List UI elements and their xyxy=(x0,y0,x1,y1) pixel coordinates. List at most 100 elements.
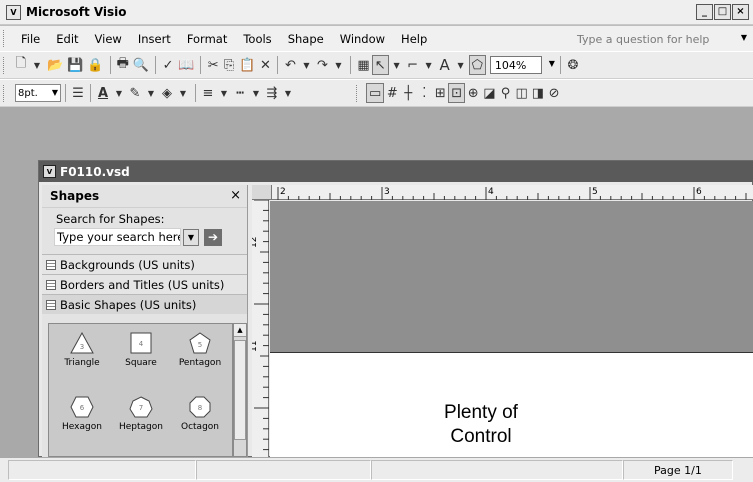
undo-icon[interactable]: ↶ xyxy=(282,55,298,75)
menu-window[interactable]: Window xyxy=(332,32,393,46)
close-button[interactable]: × xyxy=(732,4,749,20)
visio-app-icon[interactable]: V xyxy=(6,4,21,20)
master-hexagon[interactable]: 6 Hexagon xyxy=(53,396,111,432)
dropdown-icon[interactable]: ▼ xyxy=(280,83,296,103)
menu-format[interactable]: Format xyxy=(179,32,236,46)
text-color-icon[interactable]: A xyxy=(95,83,111,103)
dropdown-icon[interactable]: ▼ xyxy=(143,83,159,103)
search-dropdown-icon[interactable]: ▼ xyxy=(183,228,199,246)
line-color-icon[interactable]: ✎ xyxy=(127,83,143,103)
line-pattern-icon[interactable]: ┅ xyxy=(232,83,248,103)
shape-data-icon[interactable]: ⚲ xyxy=(498,83,514,103)
text-tool-icon[interactable]: A xyxy=(437,55,453,75)
menu-file[interactable]: File xyxy=(13,32,48,46)
save-icon[interactable]: 💾 xyxy=(65,55,85,75)
stencil-backgrounds[interactable]: Backgrounds (US units) xyxy=(42,254,247,274)
drawing-explorer-icon[interactable]: ◨ xyxy=(530,83,546,103)
ask-question-box[interactable]: Type a question for help ▼ xyxy=(577,30,747,48)
paste-icon[interactable]: 📋 xyxy=(237,55,257,75)
open-icon[interactable]: 📂 xyxy=(45,55,65,75)
delete-icon[interactable]: ✕ xyxy=(257,55,273,75)
research-icon[interactable]: 📖 xyxy=(176,55,196,75)
master-heptagon[interactable]: 7 Heptagon xyxy=(112,396,170,432)
drawing-pasteboard[interactable] xyxy=(270,201,753,352)
guides-icon[interactable]: ┼ xyxy=(400,83,416,103)
toolbar-grip[interactable] xyxy=(356,84,359,102)
toolbar-grip[interactable] xyxy=(3,84,6,102)
menu-help[interactable]: Help xyxy=(393,32,435,46)
minimize-button[interactable]: _ xyxy=(696,4,713,20)
page-indicator[interactable]: Page 1/1 xyxy=(623,460,733,480)
redo-icon[interactable]: ↷ xyxy=(314,55,330,75)
cut-icon[interactable]: ✂ xyxy=(205,55,221,75)
toolbar-grip[interactable] xyxy=(3,56,6,74)
connector-tool-icon[interactable]: ⌐ xyxy=(405,55,421,75)
help-icon[interactable]: ❂ xyxy=(565,55,581,75)
menu-view[interactable]: View xyxy=(87,32,130,46)
dropdown-icon[interactable]: ▼ xyxy=(111,83,127,103)
dropdown-icon[interactable]: ▼ xyxy=(29,55,45,75)
master-square[interactable]: 4 Square xyxy=(112,332,170,368)
shapes-window-icon[interactable]: ▦ xyxy=(355,55,371,75)
line-weight-icon[interactable]: ≡ xyxy=(200,83,216,103)
align-icon[interactable]: ☰ xyxy=(70,83,86,103)
menu-insert[interactable]: Insert xyxy=(130,32,179,46)
connection-points-icon[interactable]: ⁚ xyxy=(416,83,432,103)
line-ends-icon[interactable]: ⇶ xyxy=(264,83,280,103)
menu-shape[interactable]: Shape xyxy=(280,32,332,46)
horizontal-ruler[interactable]: 2 3 4 5 6 xyxy=(272,185,753,200)
vertical-ruler[interactable]: 12 11 xyxy=(249,199,269,458)
master-pentagon[interactable]: 5 Pentagon xyxy=(171,332,229,368)
drawing-page[interactable]: Plenty of Control xyxy=(270,352,753,458)
dropdown-icon[interactable]: ▼ xyxy=(216,83,232,103)
copy-icon[interactable]: ⎘ xyxy=(221,55,237,75)
ruler-corner[interactable] xyxy=(252,185,272,200)
maximize-button[interactable]: □ xyxy=(714,4,731,20)
document-icon[interactable]: V xyxy=(43,165,56,178)
font-size-dropdown-icon[interactable]: ▼ xyxy=(52,88,58,97)
pointer-tool-icon[interactable]: ↖ xyxy=(371,55,389,75)
permission-icon[interactable]: 🔒 xyxy=(85,55,105,75)
dropdown-icon[interactable]: ▼ xyxy=(175,83,191,103)
search-go-icon[interactable]: ➔ xyxy=(204,228,222,246)
ask-dropdown-icon[interactable]: ▼ xyxy=(741,33,747,42)
fill-color-icon[interactable]: ◈ xyxy=(159,83,175,103)
page-breaks-icon[interactable]: ⊞ xyxy=(432,83,448,103)
print-preview-icon[interactable]: 🔍 xyxy=(131,55,151,75)
styles-icon[interactable]: ⊘ xyxy=(546,83,562,103)
stencil-borders-titles[interactable]: Borders and Titles (US units) xyxy=(42,274,247,294)
menu-edit[interactable]: Edit xyxy=(48,32,86,46)
zoom-in-icon[interactable]: ⊕ xyxy=(465,83,481,103)
dropdown-icon[interactable]: ▼ xyxy=(298,55,314,75)
spelling-icon[interactable]: ✓ xyxy=(160,55,176,75)
shapes-pane-close-icon[interactable]: × xyxy=(230,188,241,203)
search-shapes-input[interactable]: Type your search here xyxy=(54,228,181,246)
size-position-icon[interactable]: ◪ xyxy=(481,83,497,103)
ruler-icon[interactable]: ▭ xyxy=(366,83,385,103)
menubar-grip[interactable] xyxy=(3,30,6,47)
dropdown-icon[interactable]: ▼ xyxy=(453,55,469,75)
document-title-bar[interactable]: V F0110.vsd xyxy=(39,161,753,182)
canvas-text-block[interactable]: Plenty of Control xyxy=(401,401,561,449)
layers-icon[interactable]: ◫ xyxy=(514,83,530,103)
shapes-scrollbar[interactable]: ▲ xyxy=(233,323,247,457)
zoom-box[interactable]: 104% ▼ xyxy=(489,56,555,74)
grid-icon[interactable]: # xyxy=(384,83,400,103)
dropdown-icon[interactable]: ▼ xyxy=(330,55,346,75)
dropdown-icon[interactable]: ▼ xyxy=(248,83,264,103)
master-octagon[interactable]: 8 Octagon xyxy=(171,396,229,432)
print-icon[interactable]: 🖶 xyxy=(115,55,131,75)
pan-zoom-icon[interactable]: ⊡ xyxy=(448,83,466,103)
font-size-box[interactable]: 8pt. ▼ xyxy=(15,84,61,102)
stencil-basic-shapes[interactable]: Basic Shapes (US units) xyxy=(42,294,247,314)
drawing-tools-icon[interactable]: ⬠ xyxy=(468,55,486,75)
zoom-dropdown-icon[interactable]: ▼ xyxy=(549,59,555,68)
window-title: Microsoft Visio xyxy=(26,5,127,19)
scroll-up-icon[interactable]: ▲ xyxy=(234,324,246,337)
master-triangle[interactable]: 3 Triangle xyxy=(53,332,111,368)
dropdown-icon[interactable]: ▼ xyxy=(421,55,437,75)
scroll-thumb[interactable] xyxy=(234,340,246,440)
menu-tools[interactable]: Tools xyxy=(235,32,279,46)
new-icon[interactable]: 🗋 xyxy=(13,55,29,75)
dropdown-icon[interactable]: ▼ xyxy=(389,55,405,75)
